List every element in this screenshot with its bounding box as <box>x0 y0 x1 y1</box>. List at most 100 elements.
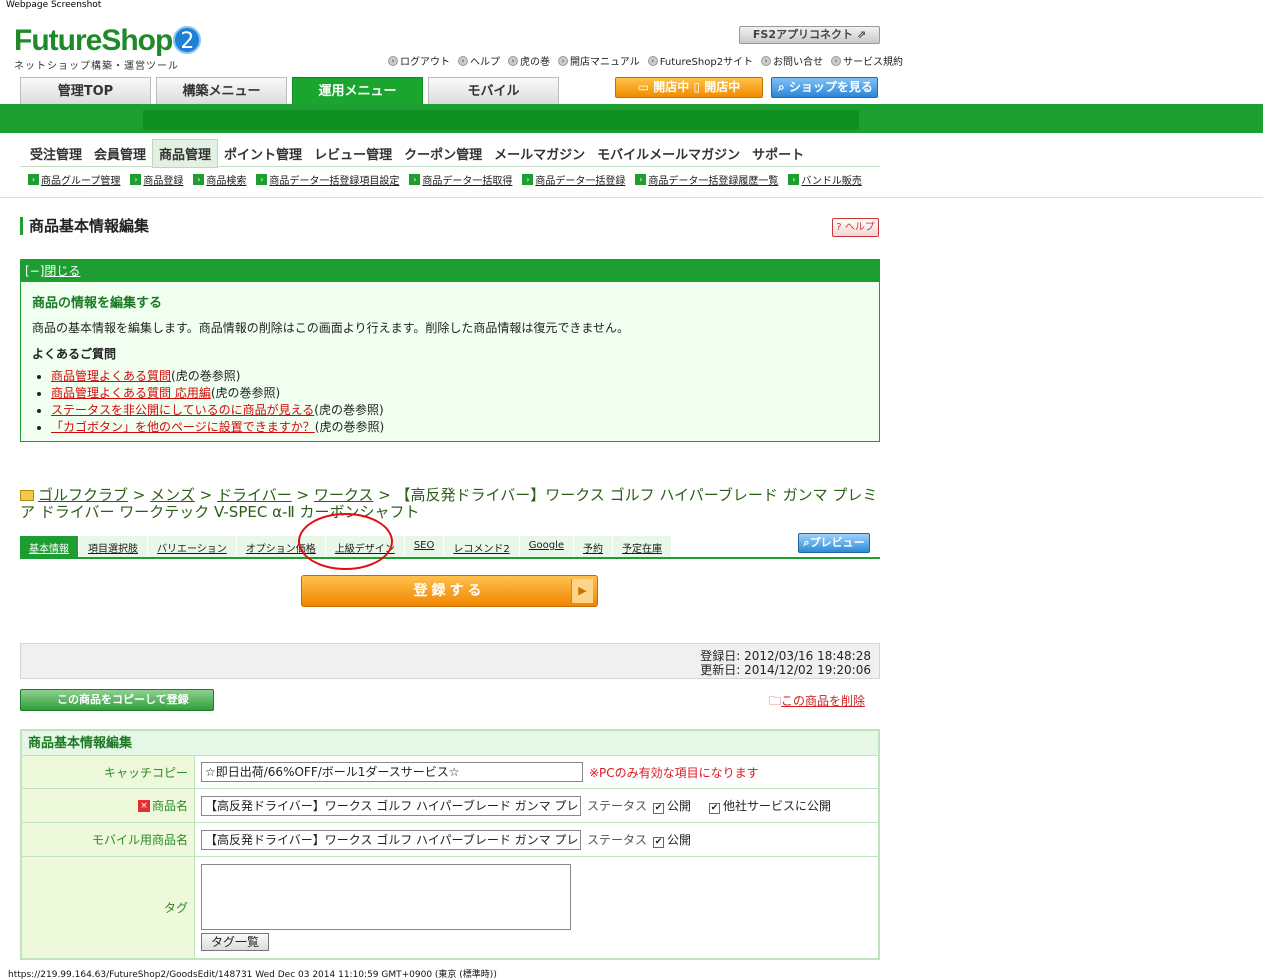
preview-button[interactable]: ⌕プレビュー <box>798 533 870 553</box>
updated-date: 更新日: 2014/12/02 19:20:06 <box>700 663 871 677</box>
page-title: 商品基本情報編集 <box>20 217 149 235</box>
mobile-public-label: 公開 <box>667 833 692 847</box>
arrow-box-icon: › <box>130 174 142 185</box>
breadcrumb-link[interactable]: ドライバー <box>217 486 292 504</box>
help-button[interactable]: ? ヘルプ <box>832 218 879 237</box>
arrow-circle-icon: › <box>647 55 658 66</box>
mobile-icon: ▯ <box>693 80 701 94</box>
form-title: 商品基本情報編集 <box>22 731 878 756</box>
submenu-item[interactable]: › 商品データ一括取得 <box>409 172 512 187</box>
tag-list-button[interactable]: タグ一覧 <box>201 933 269 951</box>
view-shop-button[interactable]: ⌕ ショップを見る <box>771 77 878 98</box>
breadcrumb-link[interactable]: メンズ <box>150 486 195 504</box>
tab-recommend2[interactable]: レコメンド2 <box>444 536 519 557</box>
tab-label: Google <box>528 540 564 551</box>
tab-item-options[interactable]: 項目選択肢 <box>79 536 147 557</box>
top-link-toranomaki[interactable]: › 虎の巻 <box>508 53 550 68</box>
other-service-checkbox[interactable]: ✔ <box>709 803 721 814</box>
folder-icon <box>20 490 34 501</box>
catch-copy-note: ※PCのみ有効な項目になります <box>589 765 759 780</box>
subnav-coupons[interactable]: クーポン管理 <box>398 140 488 167</box>
submenu-item[interactable]: › 商品検索 <box>193 172 246 187</box>
submenu-item[interactable]: › バンドル販売 <box>788 172 862 187</box>
top-link-futureshop-site[interactable]: › FutureShop2サイト <box>647 53 753 68</box>
mobile-name-input[interactable]: 【高反発ドライバー】ワークス ゴルフ ハイパーブレード ガンマ プレミア <box>201 829 581 850</box>
menu-bar-inner <box>143 110 859 130</box>
subnav-members[interactable]: 会員管理 <box>88 140 152 167</box>
product-name-input[interactable]: 【高反発ドライバー】ワークス ゴルフ ハイパーブレード ガンマ プレミア <box>201 795 581 816</box>
tab-advanced-design[interactable]: 上級デザイン <box>325 536 404 557</box>
tab-planned-stock[interactable]: 予定在庫 <box>613 536 671 557</box>
collapse-link[interactable]: 閉じる <box>44 264 80 278</box>
product-name-label-cell: × 商品名 <box>22 789 195 822</box>
subnav-orders[interactable]: 受注管理 <box>24 140 88 167</box>
submenu-label: 商品グループ管理 <box>41 176 121 187</box>
mobile-public-checkbox[interactable]: ✔ <box>653 837 665 848</box>
divider <box>0 197 1263 198</box>
breadcrumb-separator: > <box>296 486 310 504</box>
mobile-name-cell: 【高反発ドライバー】ワークス ゴルフ ハイパーブレード ガンマ プレミア ステー… <box>195 823 878 856</box>
faq-link[interactable]: ステータスを非公開にしているのに商品が見える <box>51 403 314 417</box>
product-edit-form: 商品基本情報編集 キャッチコピー ☆即日出荷/66%OFF/ボール1ダースサービ… <box>20 729 880 960</box>
catch-copy-input[interactable]: ☆即日出荷/66%OFF/ボール1ダースサービス☆ <box>201 762 583 782</box>
tab-reservation[interactable]: 予約 <box>574 536 612 557</box>
copy-product-button[interactable]: この商品をコピーして登録 <box>20 689 214 711</box>
top-link-logout[interactable]: › ログアウト <box>388 53 450 68</box>
top-link-terms[interactable]: › サービス規約 <box>831 53 903 68</box>
top-link-contact[interactable]: › お問い合せ <box>761 53 823 68</box>
tab-operation-menu[interactable]: 運用メニュー <box>292 77 423 104</box>
subnav-support[interactable]: サポート <box>746 140 810 167</box>
delete-product[interactable]: 🗀この商品を削除 <box>769 692 865 713</box>
tab-variation[interactable]: バリエーション <box>148 536 236 557</box>
public-checkbox-wrap[interactable]: ✔ 公開 <box>653 797 691 814</box>
submenu-item[interactable]: › 商品グループ管理 <box>28 172 120 187</box>
info-description: 商品の基本情報を編集します。商品情報の削除はこの画面より行えます。削除した商品情… <box>32 321 630 335</box>
folder-delete-icon: 🗀 <box>769 694 782 708</box>
faq-link[interactable]: 商品管理よくある質問 応用編 <box>51 386 211 400</box>
info-panel: [−]閉じる 商品の情報を編集する 商品の基本情報を編集します。商品情報の削除は… <box>20 259 880 442</box>
breadcrumb-current: 【高反発ドライバー】ワークス ゴルフ ハイパーブレード ガンマ プレミア ドライ… <box>20 486 878 521</box>
shop-open-status-button[interactable]: ▭ 開店中 ▯ 開店中 <box>615 77 763 98</box>
submenu-label: 商品検索 <box>206 176 247 187</box>
faq-link[interactable]: 商品管理よくある質問 <box>51 369 171 383</box>
breadcrumb-link[interactable]: ゴルフクラブ <box>38 486 128 504</box>
tab-seo[interactable]: SEO <box>404 536 444 557</box>
delete-product-link[interactable]: この商品を削除 <box>781 694 865 708</box>
top-link-help[interactable]: › ヘルプ <box>458 53 500 68</box>
register-button[interactable]: 登録する ▶ <box>301 575 598 607</box>
faq-link[interactable]: 「カゴボタン」を他のページに設置できますか？ <box>51 420 315 434</box>
screenshot-caption: Webpage Screenshot <box>6 0 102 10</box>
public-checkbox[interactable]: ✔ <box>653 803 665 814</box>
subnav-mobile-mail-magazine[interactable]: モバイルメールマガジン <box>591 140 746 167</box>
catch-copy-label: キャッチコピー <box>22 756 195 788</box>
other-service-checkbox-wrap[interactable]: ✔ 他社サービスに公開 <box>709 797 831 814</box>
arrow-circle-icon: › <box>508 55 518 66</box>
tab-build-menu[interactable]: 構築メニュー <box>156 77 287 104</box>
subnav-mail-magazine[interactable]: メールマガジン <box>488 140 591 167</box>
top-link-opening-manual[interactable]: › 開店マニュアル <box>558 53 640 68</box>
tab-admin-top[interactable]: 管理TOP <box>20 77 151 104</box>
breadcrumb-link[interactable]: ワークス <box>314 486 374 504</box>
tab-basic-info[interactable]: 基本情報 <box>20 536 78 557</box>
submenu-label: 商品データ一括登録項目設定 <box>269 176 400 187</box>
submenu-item[interactable]: › 商品データ一括登録履歴一覧 <box>635 172 778 187</box>
submenu-item[interactable]: › 商品データ一括登録項目設定 <box>256 172 399 187</box>
submenu-label: バンドル販売 <box>801 176 862 187</box>
tab-option-price[interactable]: オプション価格 <box>236 536 325 557</box>
tab-google[interactable]: Google <box>519 536 573 557</box>
tab-mobile[interactable]: モバイル <box>428 77 559 104</box>
tag-textarea[interactable] <box>201 864 571 930</box>
submenu-item[interactable]: › 商品登録 <box>130 172 183 187</box>
fs2-app-connect-button[interactable]: FS2アプリコネクト ⇗ <box>739 26 880 44</box>
subnav-reviews[interactable]: レビュー管理 <box>308 140 398 167</box>
form-row-product-name: × 商品名 【高反発ドライバー】ワークス ゴルフ ハイパーブレード ガンマ プレミ… <box>22 789 878 823</box>
tab-label: 予約 <box>583 544 603 555</box>
top-link-label: 虎の巻 <box>520 57 550 68</box>
registered-date: 登録日: 2012/03/16 18:48:28 <box>700 649 871 663</box>
subnav-products[interactable]: 商品管理 <box>152 138 219 168</box>
logo-text: FutureShop <box>14 24 173 57</box>
submenu-item[interactable]: › 商品データ一括登録 <box>522 172 625 187</box>
subnav-points[interactable]: ポイント管理 <box>218 140 308 167</box>
logo[interactable]: FutureShop 2 ネットショップ構築・運営ツール <box>14 24 202 72</box>
mobile-public-checkbox-wrap[interactable]: ✔ 公開 <box>653 831 691 848</box>
